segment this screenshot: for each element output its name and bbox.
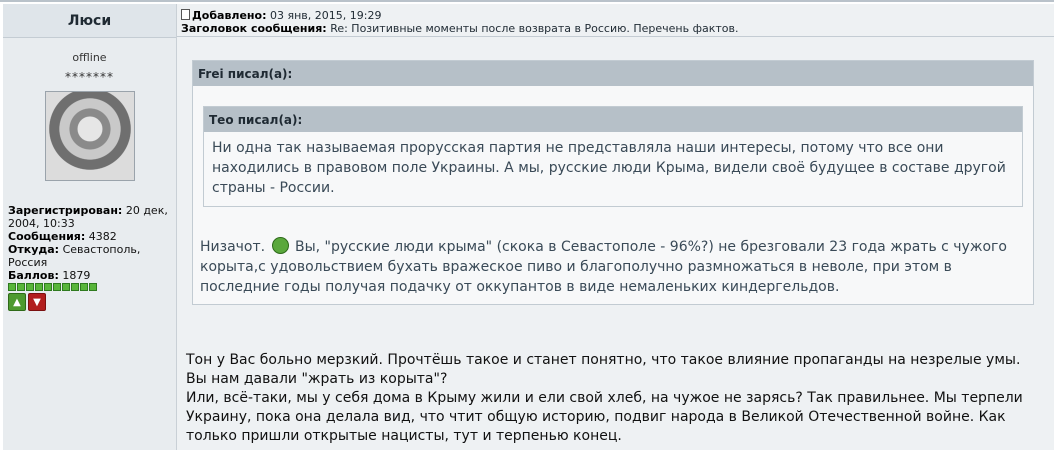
post-header: Добавлено: 03 янв, 2015, 19:29 Заголовок…: [177, 4, 1054, 37]
message-body: Тон у Вас больно мерзкий. Прочтёшь такое…: [186, 351, 1046, 446]
thumbs-down-icon[interactable]: ▼: [28, 293, 46, 311]
reputation-block: [80, 283, 88, 291]
forum-post: Люси offline ******* Зарегистрирован: 20…: [0, 0, 1054, 450]
post-subject-row: Заголовок сообщения: Re: Позитивные моме…: [181, 22, 1054, 35]
added-label: Добавлено:: [192, 9, 267, 22]
quote-inner: Тео писал(а): Ни одна так называемая про…: [203, 106, 1023, 207]
quote-outer: Frei писал(а): Тео писал(а): Ни одна так…: [192, 60, 1034, 305]
quote-outer-text: Низачот. Вы, "русские люди крыма" (скока…: [200, 237, 1025, 297]
author-panel: Люси offline ******* Зарегистрирован: 20…: [3, 4, 177, 450]
from-row: Откуда: Севастополь, Россия: [8, 243, 176, 269]
author-name[interactable]: Люси: [3, 4, 176, 38]
reputation-block: [17, 283, 25, 291]
avatar: [44, 91, 135, 181]
message-line: Вы нам давали "жрать из корыта"?: [186, 371, 448, 387]
reputation-block: [53, 283, 61, 291]
quote-outer-lead: Низачот.: [200, 239, 266, 255]
smiley-icon: [271, 237, 289, 254]
quote-outer-body: Вы, "русские люди крыма" (скока в Севаст…: [200, 239, 1007, 295]
author-info: Зарегистрирован: 20 дек, 2004, 10:33 Соо…: [8, 204, 176, 282]
post-date-row: Добавлено: 03 янв, 2015, 19:29: [181, 9, 1054, 22]
vote-buttons: ▲ ▼: [8, 293, 176, 311]
reputation-block: [8, 283, 16, 291]
reputation-block: [44, 283, 52, 291]
online-status: offline: [72, 51, 107, 64]
messages-label: Сообщения:: [8, 230, 86, 243]
post-panel: Добавлено: 03 янв, 2015, 19:29 Заголовок…: [177, 4, 1054, 450]
points-row: Баллов: 1879: [8, 269, 176, 282]
reputation-block: [71, 283, 79, 291]
messages-row: Сообщения: 4382: [8, 230, 176, 243]
subject-value: Re: Позитивные моменты после возврата в …: [330, 22, 739, 35]
reputation-block: [89, 283, 97, 291]
reputation-block: [35, 283, 43, 291]
quote-outer-header: Frei писал(а):: [193, 61, 1033, 86]
rank-stars: *******: [65, 70, 114, 84]
quote-inner-header: Тео писал(а):: [204, 107, 1022, 132]
quote-inner-text: Ни одна так называемая прорусская партия…: [212, 140, 1006, 196]
subject-label: Заголовок сообщения:: [181, 22, 327, 35]
points-label: Баллов:: [8, 269, 59, 282]
message-line: Тон у Вас больно мерзкий. Прочтёшь такое…: [186, 352, 1021, 368]
reputation-bar: [8, 283, 176, 291]
registered-label: Зарегистрирован:: [8, 204, 123, 217]
reputation-block: [62, 283, 70, 291]
from-label: Откуда:: [8, 243, 60, 256]
points-value: 1879: [62, 269, 91, 282]
added-value: 03 янв, 2015, 19:29: [270, 9, 382, 22]
thumbs-up-icon[interactable]: ▲: [8, 293, 26, 311]
messages-value: 4382: [88, 230, 117, 243]
reputation-block: [26, 283, 34, 291]
registered-row: Зарегистрирован: 20 дек, 2004, 10:33: [8, 204, 176, 230]
divider: [0, 0, 1054, 2]
message-line: Или, всё-таки, мы у себя дома в Крыму жи…: [186, 390, 1023, 444]
post-icon[interactable]: [181, 9, 190, 20]
